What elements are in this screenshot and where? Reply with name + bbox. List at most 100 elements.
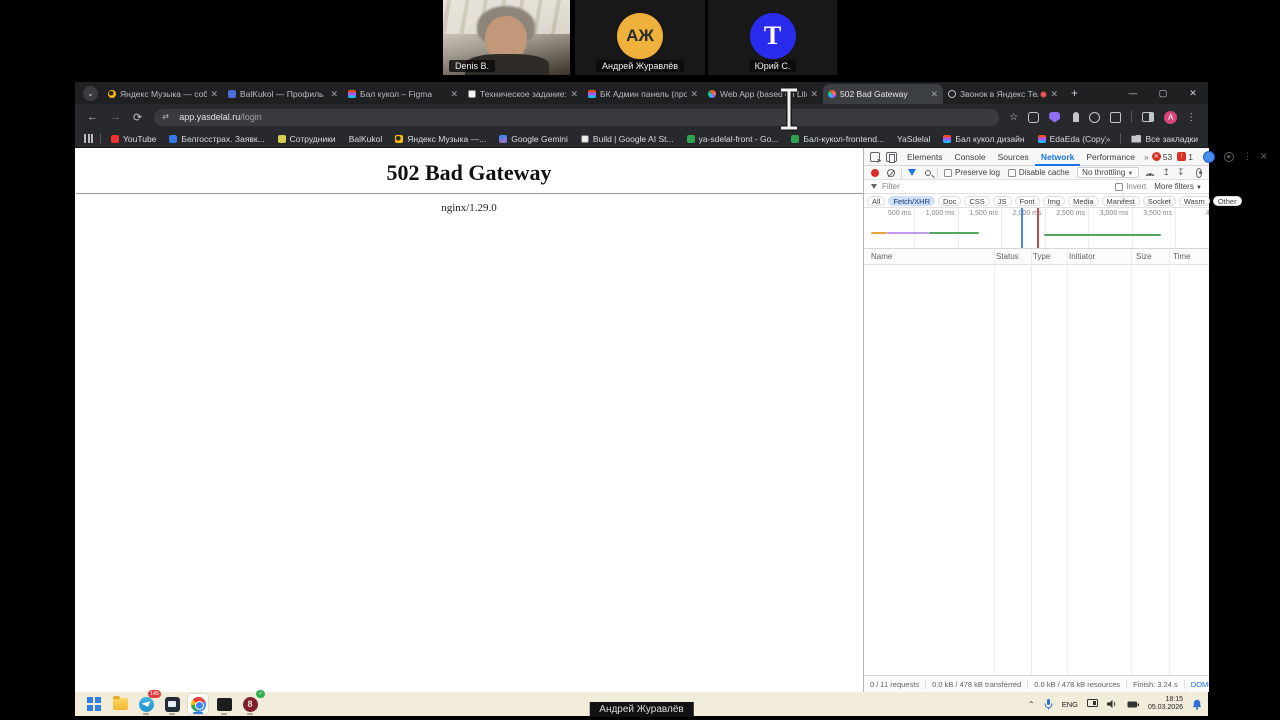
maximize-button[interactable]: ▢ bbox=[1148, 88, 1178, 99]
filter-chip-js[interactable]: JS bbox=[992, 195, 1012, 206]
shield-extension-icon[interactable] bbox=[1049, 111, 1061, 123]
column-header-size[interactable]: Size bbox=[1136, 252, 1152, 261]
devtools-menu-icon[interactable]: ⋮ bbox=[1243, 151, 1252, 162]
cast-extension-icon[interactable] bbox=[1028, 111, 1040, 123]
export-har-icon[interactable]: ↧ bbox=[1177, 167, 1185, 178]
side-panel-icon[interactable] bbox=[1142, 112, 1155, 122]
inspect-element-icon[interactable] bbox=[870, 151, 882, 165]
filter-chip-socket[interactable]: Socket bbox=[1142, 195, 1176, 206]
filter-chip-font[interactable]: Font bbox=[1014, 195, 1040, 206]
close-tab-icon[interactable]: ✕ bbox=[690, 89, 698, 100]
record-network-icon[interactable] bbox=[871, 168, 879, 177]
close-tab-icon[interactable]: ✕ bbox=[1050, 89, 1058, 100]
taskbar-app-chrome[interactable] bbox=[187, 693, 209, 715]
participant-tile-video[interactable]: Denis B. bbox=[443, 0, 570, 75]
taskbar-app-telegram[interactable]: 145 bbox=[135, 690, 161, 715]
taskbar-app-start[interactable] bbox=[83, 693, 105, 715]
new-tab-button[interactable]: + bbox=[1071, 86, 1078, 100]
close-tab-icon[interactable]: ✕ bbox=[330, 89, 338, 100]
browser-tab[interactable]: Техническое задание: А ✕ bbox=[463, 84, 583, 104]
tray-mic-icon[interactable] bbox=[1044, 698, 1053, 710]
participant-tile-avatar[interactable]: T Юрий С. bbox=[708, 0, 837, 75]
browser-tab[interactable]: 502 Bad Gateway ✕ bbox=[823, 84, 943, 104]
taskbar-app-explorer[interactable] bbox=[109, 693, 131, 715]
filter-chip-img[interactable]: Img bbox=[1042, 195, 1066, 206]
bookmark-item[interactable]: YouTube bbox=[111, 134, 156, 144]
filter-chip-manifest[interactable]: Manifest bbox=[1101, 195, 1140, 206]
address-bar[interactable]: ⇄ app.yasdelal.ru/login bbox=[154, 108, 1000, 126]
tray-chevron-icon[interactable]: ⌃ bbox=[1028, 700, 1035, 709]
close-tab-icon[interactable]: ✕ bbox=[570, 89, 578, 100]
browser-menu-icon[interactable]: ⋮ bbox=[1186, 112, 1196, 123]
notifications-bell-icon[interactable] bbox=[1192, 699, 1202, 710]
more-tabs-icon[interactable]: » bbox=[1141, 152, 1152, 162]
devtools-tab-sources[interactable]: Sources bbox=[992, 148, 1035, 166]
bookmark-item[interactable]: Белгосстрах. Заявк... bbox=[169, 134, 265, 144]
filter-input[interactable]: Filter bbox=[882, 182, 900, 191]
devtools-tab-network[interactable]: Network bbox=[1034, 148, 1081, 166]
network-overview-timeline[interactable]: 500 ms 1,000 ms 1,500 ms 2,000 ms 2,500 ms 3,… bbox=[864, 208, 1209, 249]
import-har-icon[interactable]: ↥ bbox=[1163, 167, 1171, 178]
browser-tab[interactable]: BalKukol — Профиль ✕ bbox=[223, 84, 343, 104]
throttling-select[interactable]: No throttling ▼ bbox=[1077, 167, 1139, 178]
media-extension-icon[interactable] bbox=[1089, 111, 1101, 123]
bookmark-item[interactable]: Сотрудники bbox=[277, 134, 336, 144]
bookmark-item[interactable]: BalKukol bbox=[349, 134, 383, 144]
filter-chip-all[interactable]: All bbox=[867, 195, 886, 206]
taskbar-app-terminal[interactable] bbox=[213, 693, 235, 715]
filter-chip-doc[interactable]: Doc bbox=[938, 195, 962, 206]
bookmark-item[interactable]: Google Gemini bbox=[499, 134, 568, 144]
bookmarks-overflow-icon[interactable]: » bbox=[1106, 134, 1111, 144]
bookmark-item[interactable]: ya-sdelal-front - Go... bbox=[686, 134, 778, 144]
bookmark-item[interactable]: Build | Google AI St... bbox=[580, 134, 674, 144]
tray-display-icon[interactable] bbox=[1086, 699, 1098, 709]
network-conditions-icon[interactable] bbox=[1144, 169, 1155, 176]
clear-network-icon[interactable] bbox=[887, 168, 895, 177]
invert-checkbox[interactable]: Invert bbox=[1115, 182, 1146, 191]
filter-chip-css[interactable]: CSS bbox=[964, 195, 990, 206]
devtools-close-icon[interactable]: ✕ bbox=[1260, 151, 1268, 162]
profile-avatar[interactable]: A bbox=[1164, 110, 1178, 124]
column-header-status[interactable]: Status bbox=[996, 252, 1019, 261]
extensions-puzzle-icon[interactable] bbox=[1110, 111, 1122, 123]
mic-extension-icon[interactable] bbox=[1073, 112, 1080, 122]
filter-chip-fetch-xhr[interactable]: Fetch/XHR bbox=[888, 195, 936, 206]
participant-tile-avatar[interactable]: АЖ Андрей Журавлёв bbox=[575, 0, 705, 75]
browser-tab[interactable]: Web App (based on LiteF ✕ bbox=[703, 84, 823, 104]
devtools-tab-elements[interactable]: Elements bbox=[901, 148, 948, 166]
network-settings-icon[interactable] bbox=[1195, 167, 1203, 178]
url-text[interactable]: app.yasdelal.ru/login bbox=[179, 112, 262, 122]
minimize-button[interactable]: — bbox=[1118, 88, 1148, 98]
browser-tab[interactable]: Звонок в Яндекс Теле ✕ bbox=[943, 84, 1063, 104]
filter-chip-other[interactable]: Other bbox=[1212, 195, 1242, 206]
bookmark-item[interactable]: Яндекс Музыка —... bbox=[395, 134, 486, 144]
browser-tab[interactable]: Яндекс Музыка — собир✕ bbox=[103, 84, 223, 104]
bookmark-item[interactable]: EdaEda (Copy) – Fig... bbox=[1037, 134, 1106, 144]
devtools-tab-performance[interactable]: Performance bbox=[1080, 148, 1141, 166]
search-network-icon[interactable] bbox=[925, 169, 931, 176]
error-count-badge[interactable]: ✕ 53 bbox=[1151, 152, 1172, 162]
more-filters-button[interactable]: More filters ▼ bbox=[1154, 182, 1202, 191]
taskbar-clock[interactable]: 18:15 05.03.2026 bbox=[1148, 696, 1183, 712]
column-header-type[interactable]: Type bbox=[1033, 252, 1050, 261]
column-header-time[interactable]: Time bbox=[1173, 252, 1190, 261]
bookmark-item[interactable]: Бал кукол дизайн bbox=[943, 134, 1025, 144]
bookmark-item[interactable]: YaSdelal bbox=[897, 134, 930, 144]
disable-cache-checkbox[interactable]: Disable cache bbox=[1007, 168, 1069, 177]
filter-chip-wasm[interactable]: Wasm bbox=[1178, 195, 1210, 206]
device-toolbar-icon[interactable] bbox=[886, 151, 897, 163]
taskbar-app-messenger[interactable] bbox=[161, 693, 183, 715]
close-tab-icon[interactable]: ✕ bbox=[930, 89, 938, 100]
language-indicator[interactable]: ENG bbox=[1062, 700, 1078, 709]
filter-toggle-icon[interactable] bbox=[908, 169, 916, 176]
reload-button[interactable]: ⟳ bbox=[133, 111, 142, 124]
filter-chip-media[interactable]: Media bbox=[1068, 195, 1099, 206]
taskbar-app-sec[interactable]: ✓ bbox=[239, 690, 265, 715]
close-tab-icon[interactable]: ✕ bbox=[810, 89, 818, 100]
tab-search-icon[interactable]: ⌄ bbox=[83, 85, 98, 101]
column-header-name[interactable]: Name bbox=[871, 252, 892, 261]
devtools-tab-console[interactable]: Console bbox=[948, 148, 991, 166]
devtools-settings-icon[interactable] bbox=[1223, 151, 1234, 162]
close-tab-icon[interactable]: ✕ bbox=[210, 89, 218, 100]
forward-button[interactable]: → bbox=[110, 111, 121, 123]
